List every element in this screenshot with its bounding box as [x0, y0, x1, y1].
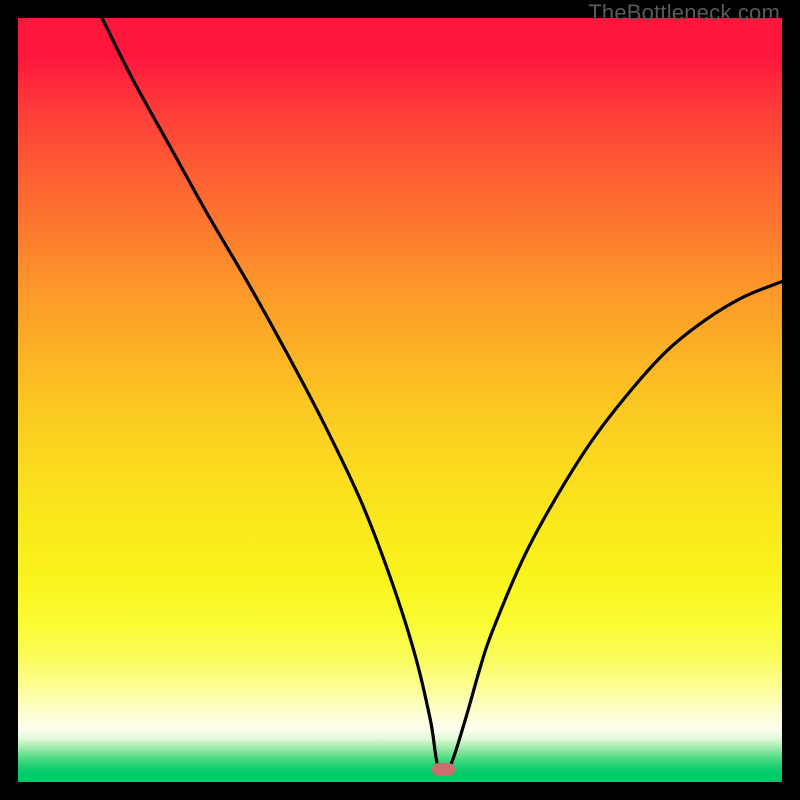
- minimum-marker: [432, 763, 455, 776]
- chart-container: TheBottleneck.com: [0, 0, 800, 800]
- plot-area: [18, 18, 782, 782]
- bottleneck-curve: [18, 18, 782, 782]
- attribution-label: TheBottleneck.com: [588, 0, 780, 26]
